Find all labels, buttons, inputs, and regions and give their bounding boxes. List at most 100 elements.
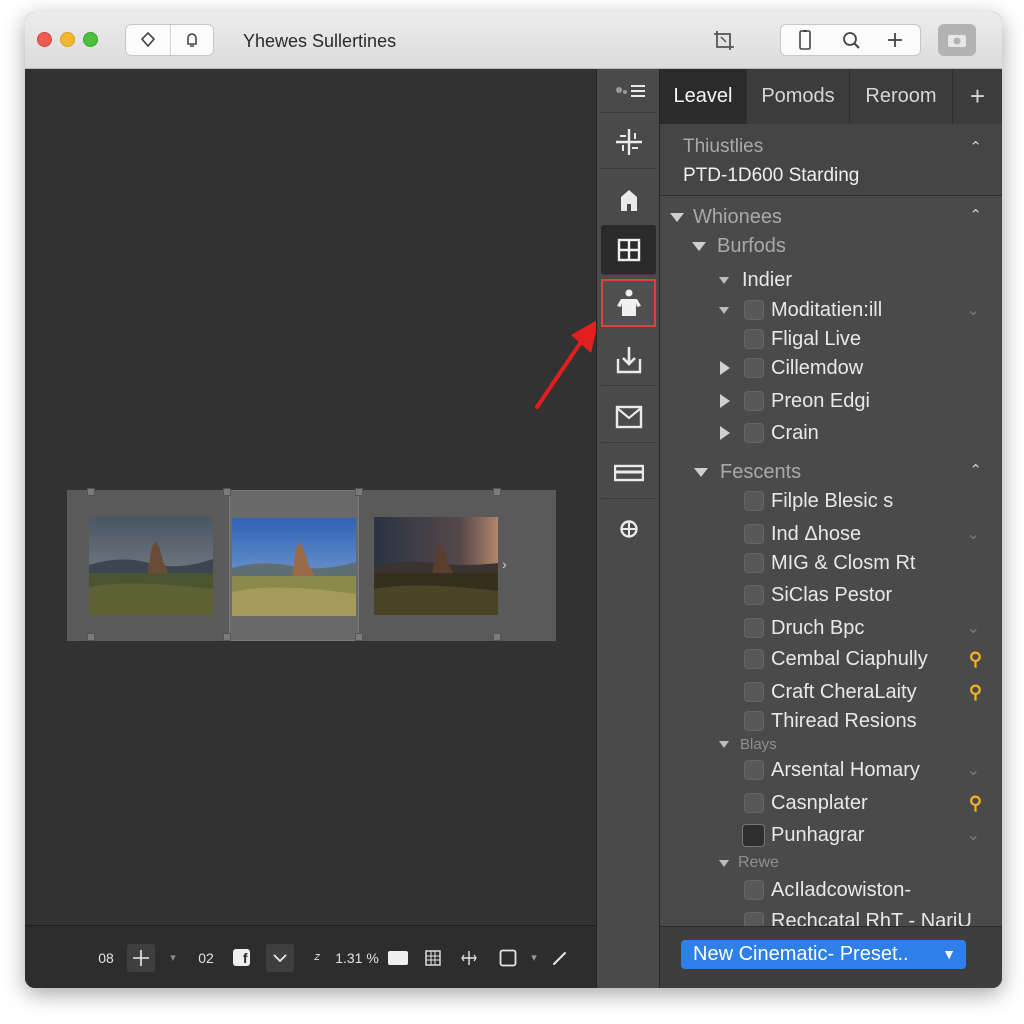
tab-leavel[interactable]: Leavel xyxy=(660,69,747,124)
chevron-down-icon[interactable]: ⌄ xyxy=(967,825,980,845)
chevron-down-icon[interactable]: ▾ xyxy=(525,926,543,988)
collapse-icon[interactable]: ⌃ xyxy=(969,206,982,224)
photo-thumbnail[interactable] xyxy=(89,517,213,615)
dropdown-button[interactable] xyxy=(265,926,295,988)
frame-button[interactable] xyxy=(495,926,521,988)
checkbox[interactable] xyxy=(744,880,764,900)
resize-handle[interactable] xyxy=(87,488,95,496)
list-item[interactable]: Arsental Homary ⌄ xyxy=(660,755,1002,785)
minimize-window-button[interactable] xyxy=(60,32,75,47)
import-tool[interactable] xyxy=(601,334,656,386)
pen-button[interactable] xyxy=(549,926,571,988)
search-button[interactable] xyxy=(829,25,873,55)
list-item[interactable]: Ind Δhose ⌄ xyxy=(660,519,1002,549)
photo-thumbnail[interactable] xyxy=(232,518,356,616)
list-item[interactable]: Preon Edgi xyxy=(660,386,1002,416)
collapse-icon[interactable]: ⌃ xyxy=(969,138,982,156)
checkbox[interactable] xyxy=(744,391,764,411)
expand-triangle-icon[interactable] xyxy=(670,213,684,222)
add-tab-button[interactable]: + xyxy=(953,69,1002,124)
list-item[interactable]: Cillemdow xyxy=(660,353,1002,383)
chevron-down-icon[interactable]: ⌄ xyxy=(967,524,980,544)
checkbox[interactable] xyxy=(744,300,764,320)
checkbox[interactable] xyxy=(744,618,764,638)
tree-group-row[interactable]: Blays xyxy=(660,732,1002,756)
tab-pomods[interactable]: Pomods xyxy=(747,69,850,124)
resize-handle[interactable] xyxy=(493,633,501,641)
checkbox[interactable] xyxy=(742,824,765,847)
filmstrip-cell-selected[interactable] xyxy=(229,490,359,641)
list-item[interactable]: MIG & Closm Rt xyxy=(660,548,1002,578)
grid-tool[interactable] xyxy=(601,225,656,275)
tree-group-row[interactable]: Rewe xyxy=(660,851,1002,875)
crop-button[interactable] xyxy=(711,28,739,54)
target-tool[interactable] xyxy=(601,503,656,555)
checkbox[interactable] xyxy=(744,711,764,731)
expand-triangle-icon[interactable] xyxy=(692,242,706,251)
next-arrow-icon[interactable]: › xyxy=(502,556,507,572)
checkbox[interactable] xyxy=(744,329,764,349)
list-item[interactable]: Craft CheraLaity ⚲ xyxy=(660,677,1002,707)
list-item[interactable]: Crain xyxy=(660,418,1002,448)
checkbox[interactable] xyxy=(744,682,764,702)
checkbox[interactable] xyxy=(744,524,764,544)
zoom-window-button[interactable] xyxy=(83,32,98,47)
resize-handle[interactable] xyxy=(355,633,363,641)
list-item[interactable]: Casnplater ⚲ xyxy=(660,788,1002,818)
checkbox[interactable] xyxy=(744,760,764,780)
resize-handle[interactable] xyxy=(355,488,363,496)
preset-dropdown[interactable]: New Cinematic- Preset.. ▼ xyxy=(681,940,966,969)
list-item[interactable]: Druch Bpc ⌄ xyxy=(660,613,1002,643)
chevron-down-icon[interactable]: ⌄ xyxy=(967,618,980,638)
tab-reroom[interactable]: Reroom xyxy=(850,69,953,124)
tree-group-row[interactable]: Burfods xyxy=(660,231,1002,261)
filmstrip-cell[interactable] xyxy=(67,490,229,641)
mail-tool[interactable] xyxy=(601,391,656,443)
rotate-button[interactable] xyxy=(126,25,170,55)
grid-view-button[interactable] xyxy=(421,926,445,988)
chevron-down-icon[interactable]: ⌄ xyxy=(967,760,980,780)
person-tool[interactable] xyxy=(601,279,656,327)
list-item[interactable]: Filple Blesic s xyxy=(660,486,1002,516)
adjust-tool[interactable] xyxy=(601,115,656,169)
expand-triangle-icon[interactable] xyxy=(719,741,729,748)
close-window-button[interactable] xyxy=(37,32,52,47)
chevron-down-icon[interactable]: ⌄ xyxy=(967,300,980,320)
checkbox[interactable] xyxy=(744,793,764,813)
tree-group-row[interactable]: Fescents ⌃ xyxy=(660,457,1002,487)
italic-icon[interactable]: 𝑧 xyxy=(307,926,327,988)
main-canvas[interactable]: › xyxy=(25,69,599,925)
list-item[interactable]: Cembal Ciaphully ⚲ xyxy=(660,644,1002,674)
layout-tool[interactable] xyxy=(601,447,656,499)
add-zoom-button[interactable] xyxy=(126,926,156,988)
expand-triangle-icon[interactable] xyxy=(720,426,730,440)
expand-triangle-icon[interactable] xyxy=(719,277,729,284)
photo-thumbnail[interactable] xyxy=(374,517,498,615)
list-item[interactable]: Rechcatal RhT - NariU xyxy=(660,907,1002,927)
filmstrip[interactable]: › xyxy=(67,488,556,641)
home-tool[interactable] xyxy=(601,173,656,227)
expand-triangle-icon[interactable] xyxy=(719,860,729,867)
checkbox[interactable] xyxy=(744,585,764,605)
device-button[interactable] xyxy=(781,25,829,55)
checkbox[interactable] xyxy=(744,553,764,573)
caption-button[interactable] xyxy=(386,926,410,988)
list-item[interactable]: Fligal Live xyxy=(660,324,1002,354)
list-item[interactable]: Punhagrar ⌄ xyxy=(660,820,1002,850)
checkbox[interactable] xyxy=(744,491,764,511)
export-button[interactable] xyxy=(938,24,976,56)
list-item[interactable]: Moditatien:ill ⌄ xyxy=(660,295,1002,325)
expand-triangle-icon[interactable] xyxy=(694,468,708,477)
list-tool[interactable] xyxy=(601,69,656,113)
facebook-button[interactable]: f xyxy=(229,926,253,988)
compare-button[interactable] xyxy=(457,926,481,988)
filmstrip-cell[interactable]: › xyxy=(359,490,556,641)
resize-handle[interactable] xyxy=(493,488,501,496)
expand-triangle-icon[interactable] xyxy=(720,394,730,408)
tree-group-row[interactable]: Indier xyxy=(660,265,1002,295)
list-item[interactable]: AcIladcowiston- xyxy=(660,875,1002,905)
shape-button[interactable] xyxy=(169,25,214,55)
resize-handle[interactable] xyxy=(223,488,231,496)
resize-handle[interactable] xyxy=(87,633,95,641)
collapse-icon[interactable]: ⌃ xyxy=(969,461,982,479)
